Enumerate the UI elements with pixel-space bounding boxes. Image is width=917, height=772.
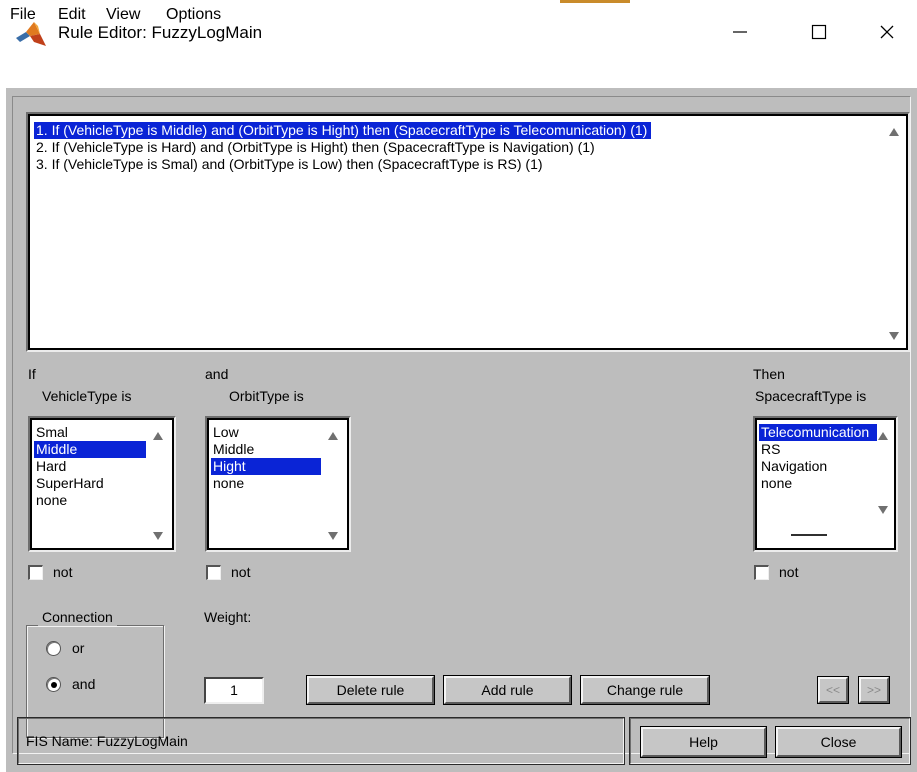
next-rule-button[interactable]: >>: [858, 676, 890, 704]
add-rule-button[interactable]: Add rule: [443, 675, 572, 705]
menu-file[interactable]: File: [10, 5, 36, 25]
triangle-up-icon: [153, 432, 163, 440]
radio-or[interactable]: [46, 641, 61, 656]
triangle-up-icon: [878, 432, 888, 440]
triangle-down-icon: [878, 506, 888, 514]
scroll-up-arrow[interactable]: [150, 428, 166, 444]
list-option[interactable]: Low: [211, 424, 321, 441]
triangle-down-icon: [153, 532, 163, 540]
status-text: FIS Name: FuzzyLogMain: [26, 733, 188, 749]
list-option[interactable]: Hight: [211, 458, 321, 475]
rules-listbox[interactable]: 1. If (VehicleType is Middle) and (Orbit…: [26, 112, 910, 352]
triangle-up-icon: [889, 128, 899, 136]
list-option[interactable]: Navigation: [759, 458, 877, 475]
help-button[interactable]: Help: [640, 726, 767, 758]
minimize-icon: [733, 31, 747, 33]
radio-or-label: or: [72, 640, 85, 656]
radio-selected-dot: [50, 681, 57, 688]
list-option[interactable]: Smal: [34, 424, 146, 441]
maximize-icon: [811, 24, 827, 40]
list-option[interactable]: RS: [759, 441, 877, 458]
previous-rule-button[interactable]: <<: [817, 676, 849, 704]
triangle-down-icon: [328, 532, 338, 540]
list-option[interactable]: Middle: [211, 441, 321, 458]
spacecraft-not-checkbox[interactable]: [754, 565, 769, 580]
list-option[interactable]: Hard: [34, 458, 146, 475]
scroll-up-arrow[interactable]: [875, 428, 891, 444]
scroll-down-arrow[interactable]: [875, 502, 891, 518]
close-window-button[interactable]: [864, 12, 910, 52]
list-option[interactable]: Middle: [34, 441, 146, 458]
rule-item[interactable]: 1. If (VehicleType is Middle) and (Orbit…: [34, 122, 652, 139]
then-label: Then: [753, 366, 785, 382]
window-title: Rule Editor: FuzzyLogMain: [58, 23, 263, 42]
radio-and[interactable]: [46, 677, 61, 692]
maximize-button[interactable]: [796, 12, 842, 52]
not-label: not: [231, 564, 251, 580]
scroll-down-arrow[interactable]: [325, 528, 341, 544]
weight-label: Weight:: [204, 609, 252, 625]
scroll-down-arrow[interactable]: [150, 528, 166, 544]
menu-bar: [0, 60, 917, 88]
list-option[interactable]: Telecomunication: [759, 424, 877, 441]
spacecraft-type-listbox[interactable]: Telecomunication RS Navigation none: [753, 416, 898, 552]
change-rule-button[interactable]: Change rule: [580, 675, 710, 705]
rule-item[interactable]: 2. If (VehicleType is Hard) and (OrbitTy…: [34, 139, 599, 156]
orbit-type-label: OrbitType is: [229, 388, 304, 404]
spacecraft-type-label: SpacecraftType is: [755, 388, 867, 404]
close-icon: [880, 25, 894, 39]
scroll-up-arrow[interactable]: [325, 428, 341, 444]
connection-title: Connection: [38, 609, 117, 626]
list-option[interactable]: SuperHard: [34, 475, 146, 492]
list-option[interactable]: none: [211, 475, 321, 492]
vehicle-not-checkbox[interactable]: [28, 565, 43, 580]
orbit-type-listbox[interactable]: Low Middle Hight none: [205, 416, 351, 552]
triangle-up-icon: [328, 432, 338, 440]
scroll-down-arrow[interactable]: [886, 328, 902, 344]
window-accent-strip: [560, 0, 630, 3]
radio-and-label: and: [72, 676, 96, 692]
orbit-not-checkbox[interactable]: [206, 565, 221, 580]
vehicle-type-listbox[interactable]: Smal Middle Hard SuperHard none: [28, 416, 176, 552]
scroll-up-arrow[interactable]: [886, 124, 902, 140]
menu-options[interactable]: Options: [166, 5, 221, 25]
not-label: not: [779, 564, 799, 580]
close-button[interactable]: Close: [775, 726, 902, 758]
horizontal-scroll-area[interactable]: [759, 518, 891, 546]
weight-input[interactable]: 1: [204, 677, 264, 704]
triangle-down-icon: [889, 332, 899, 340]
rule-item[interactable]: 3. If (VehicleType is Smal) and (OrbitTy…: [34, 156, 547, 173]
and-label: and: [205, 366, 229, 382]
vehicle-type-label: VehicleType is: [42, 388, 132, 404]
menu-edit[interactable]: Edit: [58, 5, 86, 25]
menu-view[interactable]: View: [106, 5, 140, 25]
minimize-button[interactable]: [717, 12, 763, 52]
not-label: not: [53, 564, 73, 580]
scroll-thumb[interactable]: [791, 534, 827, 536]
list-option[interactable]: none: [34, 492, 146, 509]
if-label: If: [28, 366, 36, 382]
list-option[interactable]: none: [759, 475, 877, 492]
delete-rule-button[interactable]: Delete rule: [306, 675, 435, 705]
